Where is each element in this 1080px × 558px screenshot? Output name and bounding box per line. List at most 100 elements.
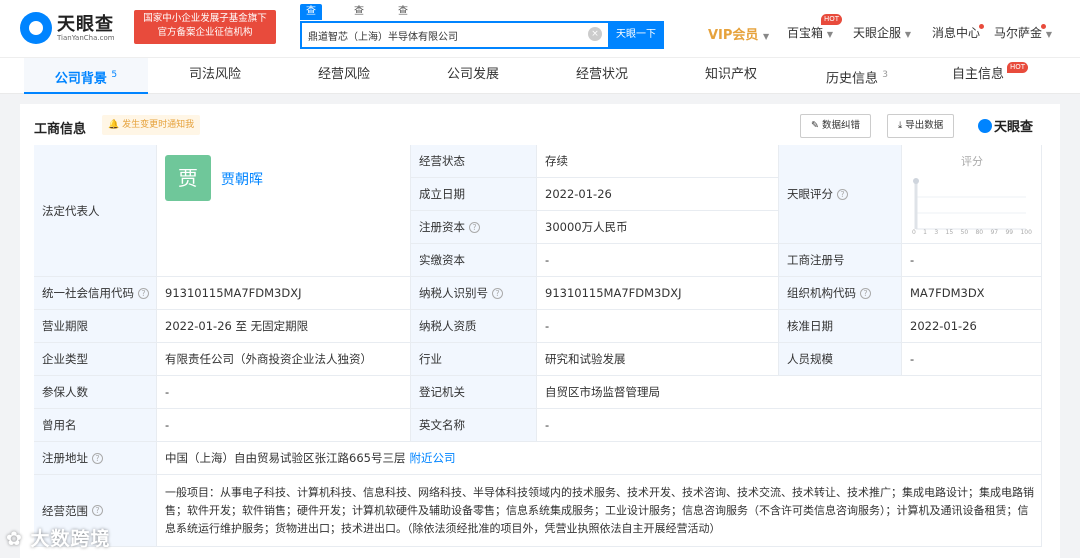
reg-capital-value: 30000万人民币	[537, 211, 779, 244]
download-icon: ⤓	[898, 120, 903, 131]
tianyancha-logo[interactable]: 天眼查 TianYanCha.com	[20, 10, 128, 46]
score-tick: 99	[1005, 229, 1014, 236]
badge-line2: 官方备案企业征信机构	[157, 27, 253, 38]
taxpayer-qual-value: -	[537, 310, 779, 343]
score-tick: 0	[912, 229, 916, 236]
term-value: 2022-01-26 至 无固定期限	[157, 310, 411, 343]
tab-label: 自主信息	[951, 67, 1004, 82]
taxpayer-qual-label: 纳税人资质	[411, 310, 537, 343]
tab-ip[interactable]: 知识产权	[669, 58, 793, 94]
watermark: ✿ 大数跨境	[6, 524, 111, 551]
insured-value: -	[157, 376, 411, 409]
tab-judicial-risk[interactable]: 司法风险	[153, 58, 277, 94]
legal-rep-name[interactable]: 贾朝晖	[221, 169, 263, 189]
notify-label: 发生变更时通知我	[122, 120, 195, 130]
logo-domain: TianYanCha.com	[57, 34, 115, 42]
notify-on-change-button[interactable]: 🔔 发生变更时通知我	[102, 115, 201, 135]
tab-label: 经营状况	[575, 67, 628, 82]
help-icon[interactable]: ?	[860, 287, 871, 299]
search-tab-company[interactable]: 查公司	[300, 4, 322, 49]
biz-reg-no-value: -	[902, 244, 1042, 277]
tab-history[interactable]: 历史信息 3	[795, 58, 919, 94]
help-icon[interactable]: ?	[492, 287, 503, 299]
status-label: 经营状态	[411, 145, 537, 178]
legal-rep-cell: 贾 贾朝晖	[157, 145, 411, 277]
baibaoxiang-menu[interactable]: 百宝箱 ▼	[787, 24, 833, 41]
tab-label: 公司背景	[54, 71, 107, 87]
user-name: 马尔萨金	[994, 26, 1043, 40]
approve-date-value: 2022-01-26	[902, 310, 1042, 343]
chevron-down-icon: ▼	[826, 30, 833, 39]
data-correction-button[interactable]: ✎ 数据纠错	[800, 114, 872, 138]
address-label-text: 注册地址	[42, 451, 88, 465]
badge-line1: 国家中小企业发展子基金旗下	[143, 13, 267, 24]
industry-value: 研究和试验发展	[537, 343, 779, 376]
message-center-link[interactable]: 消息中心	[932, 24, 980, 41]
credit-code-label-text: 统一社会信用代码	[42, 286, 134, 300]
score-tick: 80	[975, 229, 984, 236]
tab-label: 历史信息	[826, 71, 879, 87]
hot-badge: HOT	[1007, 62, 1029, 73]
qiyefu-label: 天眼企服	[853, 26, 902, 40]
score-label: 天眼评分?	[779, 145, 902, 244]
help-icon[interactable]: ?	[837, 188, 848, 200]
tab-operating-risk[interactable]: 经营风险	[282, 58, 406, 94]
paid-capital-label: 实缴资本	[411, 244, 537, 277]
chevron-down-icon: ▼	[762, 32, 770, 41]
help-icon[interactable]: ?	[92, 452, 103, 464]
former-name-value: -	[157, 409, 411, 442]
org-code-label-text: 组织机构代码	[787, 286, 856, 300]
staff-label: 人员规模	[779, 343, 902, 376]
taxpayer-id-value: 91310115MA7FDM3DXJ	[537, 277, 779, 310]
clear-icon[interactable]: ×	[588, 27, 602, 41]
edit-icon: ✎	[811, 120, 819, 131]
status-value: 存续	[537, 145, 779, 178]
correction-label: 数据纠错	[822, 120, 861, 131]
bell-icon: 🔔	[108, 120, 120, 130]
search-input[interactable]: 鼎道智芯（上海）半导体有限公司	[308, 28, 458, 43]
tab-count: 3	[882, 70, 888, 80]
tab-company-background[interactable]: 公司背景 5	[24, 58, 148, 94]
hot-badge: HOT	[821, 14, 843, 25]
eye-logo-icon	[978, 119, 992, 133]
search-button[interactable]: 天眼一下	[608, 21, 664, 49]
score-axis: 0 1 3 15 50 80 97 99 100	[912, 229, 1032, 236]
address-cell: 中国（上海）自由贸易试验区张江路665号三层 附近公司	[157, 442, 1042, 475]
org-code-value: MA7FDM3DX	[902, 277, 1042, 310]
credit-code-value: 91310115MA7FDM3DXJ	[157, 277, 411, 310]
export-data-button[interactable]: ⤓ 导出数据	[887, 114, 955, 138]
qiyefu-menu[interactable]: 天眼企服 ▼	[853, 24, 911, 41]
insured-label: 参保人数	[34, 376, 157, 409]
nearby-companies-link[interactable]: 附近公司	[409, 450, 455, 466]
score-tick: 1	[923, 229, 927, 236]
help-icon[interactable]: ?	[469, 221, 480, 233]
section-tabs: 公司背景 5 司法风险 经营风险 公司发展 经营状况 知识产权 历史信息 3 自…	[0, 58, 1080, 94]
est-date-value: 2022-01-26	[537, 178, 779, 211]
score-tick: 15	[945, 229, 954, 236]
score-tick: 3	[934, 229, 939, 236]
address-value: 中国（上海）自由贸易试验区张江路665号三层	[165, 451, 406, 465]
former-name-label: 曾用名	[34, 409, 157, 442]
tab-operating-status[interactable]: 经营状况	[540, 58, 664, 94]
company-type-label: 企业类型	[34, 343, 157, 376]
search-tab-relation[interactable]: 查关系	[392, 4, 414, 49]
avatar[interactable]: 贾	[165, 155, 211, 201]
tab-company-development[interactable]: 公司发展	[411, 58, 535, 94]
taxpayer-id-label: 纳税人识别号?	[411, 277, 537, 310]
tab-label: 经营风险	[317, 67, 370, 82]
vip-menu[interactable]: VIP会员 ▼	[708, 24, 769, 43]
est-date-label: 成立日期	[411, 178, 537, 211]
user-dot	[1041, 24, 1046, 29]
industry-label: 行业	[411, 343, 537, 376]
score-chart-cell: 评分 0 1 3 15 50 80 97 99 100	[902, 145, 1042, 244]
score-label-text: 天眼评分	[787, 187, 833, 201]
top-bar: 天眼查 TianYanCha.com 国家中小企业发展子基金旗下 官方备案企业征…	[0, 0, 1080, 58]
search-tab-boss[interactable]: 查老板	[348, 4, 370, 49]
export-label: 导出数据	[905, 120, 944, 131]
legal-rep-label: 法定代表人	[34, 145, 157, 277]
help-icon[interactable]: ?	[138, 287, 149, 299]
en-name-value: -	[537, 409, 1042, 442]
help-icon[interactable]: ?	[92, 505, 103, 516]
reg-capital-label-text: 注册资本	[419, 220, 465, 234]
tab-label: 公司发展	[446, 67, 499, 82]
